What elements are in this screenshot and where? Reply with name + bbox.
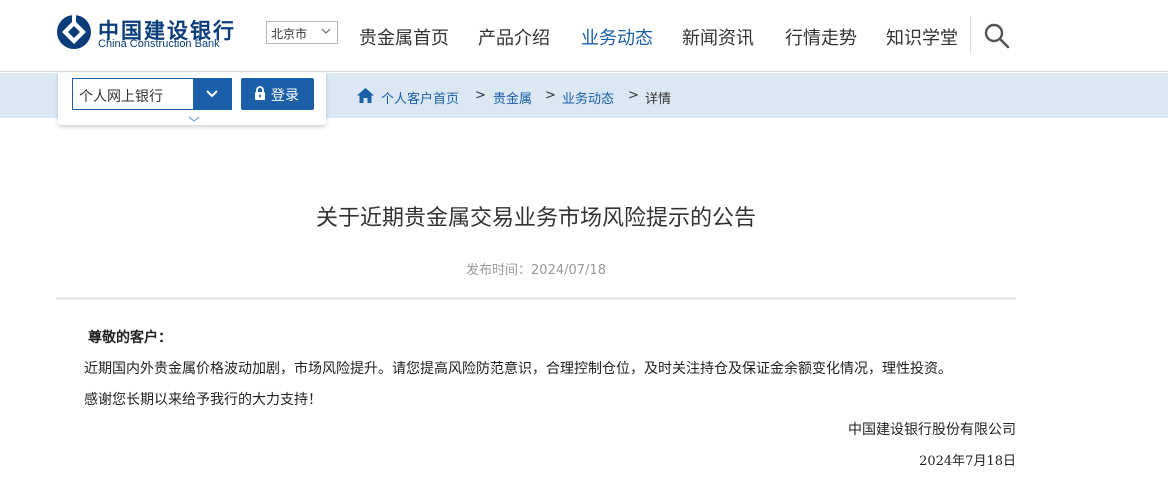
nav-item-business-news[interactable]: 业务动态 — [581, 24, 653, 50]
breadcrumb-separator: > — [475, 88, 486, 103]
nav-divider — [970, 16, 971, 54]
breadcrumb-detail: 详情 — [645, 92, 672, 107]
breadcrumb-separator: > — [628, 88, 639, 103]
expand-chevron-icon[interactable] — [188, 115, 200, 123]
nav-item-precious-metals-home[interactable]: 贵金属首页 — [359, 24, 449, 50]
ccb-logo[interactable]: 中国建设银行 China Construction Bank — [56, 14, 261, 54]
title-divider — [56, 297, 1016, 300]
lock-icon — [255, 86, 265, 100]
article-title: 关于近期贵金属交易业务市场风险提示的公告 — [315, 206, 756, 231]
login-panel: 个人网上银行 登录 — [58, 73, 326, 125]
signature: 中国建设银行股份有限公司 — [848, 422, 1016, 438]
logo-english-text: China Construction Bank — [98, 38, 220, 50]
breadcrumb-business-news[interactable]: 业务动态 — [562, 88, 614, 107]
breadcrumb-personal-home[interactable]: 个人客户首页 — [381, 88, 459, 107]
nav-item-market-trends[interactable]: 行情走势 — [785, 24, 857, 50]
login-button[interactable]: 登录 — [241, 78, 314, 110]
breadcrumb-separator: > — [545, 88, 556, 103]
city-selector-value: 北京市 — [271, 27, 308, 41]
chevron-down-icon — [206, 90, 218, 98]
home-icon[interactable] — [356, 87, 375, 104]
chevron-down-icon — [321, 28, 331, 34]
greeting: 尊敬的客户： — [88, 330, 172, 346]
ccb-logo-icon — [57, 14, 91, 49]
search-icon[interactable] — [983, 22, 1011, 50]
signature-date: 2024年7月18日 — [919, 454, 1016, 469]
article-paragraph: 感谢您长期以来给予我行的大力支持！ — [84, 392, 322, 408]
nav-item-knowledge[interactable]: 知识学堂 — [886, 24, 958, 50]
online-banking-select[interactable]: 个人网上银行 — [72, 78, 232, 110]
publish-time: 发布时间：2024/07/18 — [466, 263, 606, 278]
city-selector[interactable]: 北京市 — [266, 21, 338, 44]
nav-item-products[interactable]: 产品介绍 — [478, 24, 550, 50]
article-paragraph: 近期国内外贵金属价格波动加剧，市场风险提升。请您提高风险防范意识，合理控制仓位，… — [84, 361, 952, 377]
breadcrumb-precious-metals[interactable]: 贵金属 — [493, 88, 532, 107]
login-button-label: 登录 — [271, 88, 299, 104]
nav-item-news[interactable]: 新闻资讯 — [682, 24, 754, 50]
online-banking-dropdown-button[interactable] — [193, 79, 231, 109]
top-header: 中国建设银行 China Construction Bank 北京市 贵金属首页… — [0, 0, 1168, 72]
online-banking-select-value: 个人网上银行 — [79, 89, 163, 105]
